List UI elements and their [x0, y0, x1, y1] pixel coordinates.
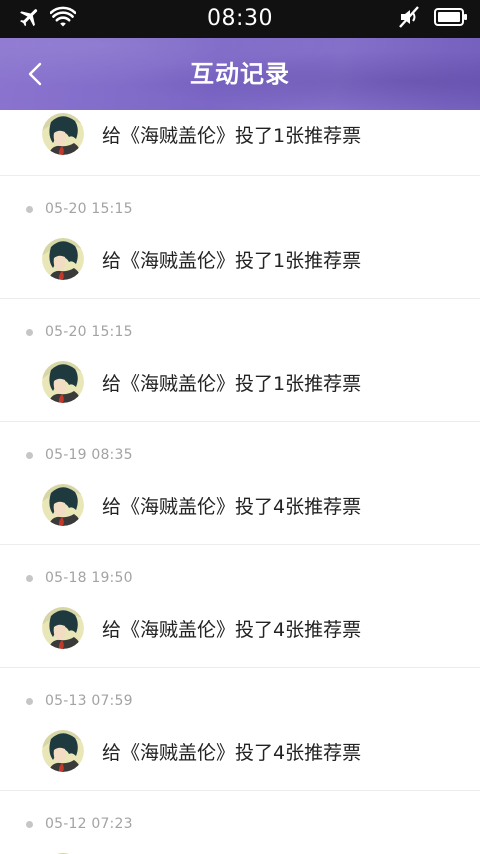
- avatar: [42, 484, 84, 526]
- timeline-dot-icon: [26, 574, 33, 582]
- record-text: 给《海贼盖伦》投了1张推荐票: [102, 372, 362, 395]
- list-item[interactable]: 05-13 07:59 给《海贼盖伦》投了4张推荐票: [0, 668, 480, 791]
- list-item[interactable]: 给《海贼盖伦》投了1张推荐票: [0, 110, 480, 176]
- record-content: 给《海贼盖伦》投了1张推荐票: [42, 237, 361, 281]
- list-item[interactable]: 05-20 15:15 给《海贼盖伦》投了1张推荐票: [0, 176, 480, 299]
- timeline-dot-icon: [26, 205, 33, 213]
- list-item[interactable]: 05-19 08:35 给《海贼盖伦》投了4张推荐票: [0, 422, 480, 545]
- avatar: [42, 361, 84, 403]
- mute-icon: [398, 6, 420, 32]
- record-text: 给《海贼盖伦》投了4张推荐票: [102, 618, 362, 641]
- record-time: 05-19 08:35: [45, 447, 133, 463]
- timeline-dot-icon: [26, 820, 33, 828]
- record-time-row: 05-19 08:35: [26, 446, 133, 464]
- record-time: 05-12 07:23: [45, 816, 133, 832]
- record-time-row: 05-13 07:59: [26, 692, 133, 710]
- record-time: 05-13 07:59: [45, 693, 133, 709]
- list-item[interactable]: 05-12 07:23: [0, 791, 480, 854]
- record-content: 给《海贼盖伦》投了4张推荐票: [42, 606, 361, 650]
- record-time-row: 05-12 07:23: [26, 815, 133, 833]
- avatar: [42, 730, 84, 772]
- record-text: 给《海贼盖伦》投了4张推荐票: [102, 495, 362, 518]
- record-content: 给《海贼盖伦》投了1张推荐票: [42, 360, 361, 404]
- list-item[interactable]: 05-20 15:15 给《海贼盖伦》投了1张推荐票: [0, 299, 480, 422]
- record-content: 给《海贼盖伦》投了1张推荐票: [42, 112, 361, 156]
- status-right-icons: [398, 6, 468, 32]
- battery-icon: [434, 8, 468, 30]
- avatar: [42, 238, 84, 280]
- title-bar: 互动记录: [0, 38, 480, 110]
- status-bar: 08:30: [0, 0, 480, 38]
- page-title: 互动记录: [190, 60, 290, 88]
- record-time: 05-20 15:15: [45, 324, 133, 340]
- record-text: 给《海贼盖伦》投了4张推荐票: [102, 741, 362, 764]
- list-item[interactable]: 05-18 19:50 给《海贼盖伦》投了4张推荐票: [0, 545, 480, 668]
- record-time-row: 05-20 15:15: [26, 323, 133, 341]
- record-text: 给《海贼盖伦》投了1张推荐票: [102, 124, 362, 147]
- record-text: 给《海贼盖伦》投了1张推荐票: [102, 249, 362, 272]
- record-content: 给《海贼盖伦》投了4张推荐票: [42, 483, 361, 527]
- record-time: 05-20 15:15: [45, 201, 133, 217]
- avatar: [42, 607, 84, 649]
- record-time: 05-18 19:50: [45, 570, 133, 586]
- timeline-dot-icon: [26, 451, 33, 459]
- record-time-row: 05-18 19:50: [26, 569, 133, 587]
- record-time-row: 05-20 15:15: [26, 200, 133, 218]
- timeline-dot-icon: [26, 697, 33, 705]
- record-content: 给《海贼盖伦》投了4张推荐票: [42, 729, 361, 773]
- timeline-dot-icon: [26, 328, 33, 336]
- avatar: [42, 113, 84, 155]
- interaction-record-list[interactable]: 给《海贼盖伦》投了1张推荐票 05-20 15:15 给《海贼盖伦》投了1张推荐…: [0, 110, 480, 854]
